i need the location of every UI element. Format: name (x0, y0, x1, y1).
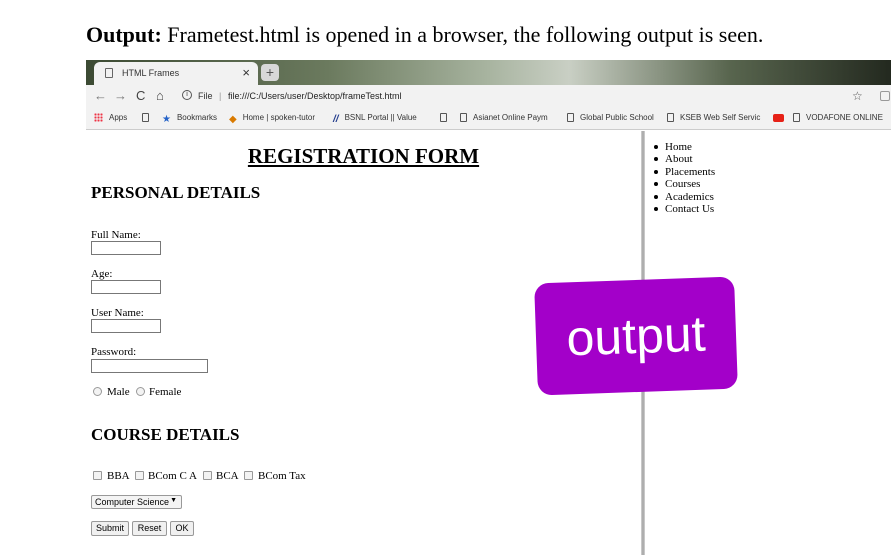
ok-button[interactable]: OK (170, 521, 194, 536)
bca-checkbox[interactable] (203, 471, 212, 480)
bcom-ca-checkbox[interactable] (135, 471, 144, 480)
bookmark-spoken-tutorial[interactable]: ◆ Home | spoken-tutor (229, 113, 315, 125)
bookmark-bsnl[interactable]: // BSNL Portal || Value (333, 113, 417, 125)
menu-item-home[interactable]: Home (653, 141, 715, 153)
bookmark-bookmarks[interactable]: ★ Bookmarks (162, 113, 217, 125)
address-scheme: File (198, 91, 213, 101)
toolbar: ← → C ⌂ i File | file:///C:/Users/user/D… (86, 85, 891, 108)
submit-button[interactable]: Submit (91, 521, 129, 536)
page-icon (793, 113, 800, 122)
chevron-down-icon: ▼ (170, 497, 177, 504)
department-selected: Computer Science (95, 497, 170, 507)
bookmark-label: KSEB Web Self Servic (680, 113, 761, 122)
caption: Output: Frametest.html is opened in a br… (86, 22, 763, 48)
form-title: REGISTRATION FORM (247, 144, 480, 168)
female-radio[interactable] (136, 387, 145, 396)
bookmark-youtube[interactable] (773, 113, 790, 122)
bookmark-label: Global Public School (580, 113, 654, 122)
bookmark-blank-2[interactable] (440, 113, 453, 122)
address-separator: | (219, 91, 222, 101)
bookmark-label: Bookmarks (176, 113, 217, 122)
male-label: Male (107, 386, 130, 398)
bcom-tax-checkbox[interactable] (244, 471, 253, 480)
bba-checkbox[interactable] (93, 471, 102, 480)
bookmark-kseb[interactable]: KSEB Web Self Servic (667, 113, 760, 122)
page-icon (460, 113, 467, 122)
bookmarks-bar: Apps ★ Bookmarks ◆ Home | spoken-tutor // B… (86, 108, 891, 130)
bookmark-asianet[interactable]: Asianet Online Paym (460, 113, 548, 122)
full-name-label: Full Name: (91, 229, 141, 241)
page-icon (440, 113, 447, 122)
back-arrow-icon[interactable]: ← (94, 88, 107, 103)
caption-label: Output: (86, 22, 162, 47)
address-url[interactable]: file:///C:/Users/user/Desktop/frameTest.… (228, 91, 402, 101)
department-select[interactable]: Computer Science ▼ (91, 495, 182, 509)
personal-details-heading: PERSONAL DETAILS (91, 183, 261, 202)
bookmark-label: Apps (109, 113, 128, 122)
female-label: Female (149, 386, 182, 398)
caption-text: Frametest.html is opened in a browser, t… (161, 22, 764, 47)
tab-strip: HTML Frames × + (86, 60, 891, 85)
page-icon (142, 113, 149, 122)
age-input[interactable] (91, 280, 161, 294)
menu-item-about[interactable]: About (653, 153, 715, 165)
bba-label: BBA (107, 470, 130, 482)
bookmark-label: Asianet Online Paym (473, 113, 548, 122)
forward-arrow-icon[interactable]: → (114, 88, 127, 103)
password-label: Password: (91, 346, 137, 358)
page-icon (105, 68, 113, 78)
bookmark-label: BSNL Portal || Value (344, 113, 417, 122)
bookmark-star-icon[interactable]: ☆ (852, 89, 863, 103)
bookmark-blank-1[interactable] (142, 113, 155, 122)
tab-title: HTML Frames (122, 68, 180, 78)
reset-button[interactable]: Reset (132, 521, 167, 536)
menu-list: Home About Placements Courses Academics … (653, 141, 715, 215)
bookmark-global-public-school[interactable]: Global Public School (567, 113, 654, 122)
course-details-heading: COURSE DETAILS (91, 425, 240, 444)
output-stamp: output (534, 276, 738, 396)
page-icon (667, 113, 674, 122)
reload-icon[interactable]: C (136, 88, 145, 103)
bookmark-apps[interactable]: Apps (94, 113, 127, 122)
bcom-ca-label: BCom C A (148, 470, 197, 482)
apps-icon (94, 113, 103, 122)
user-name-input[interactable] (91, 319, 161, 333)
bookmark-vodafone[interactable]: VODAFONE ONLINE (793, 113, 883, 122)
bsnl-icon: // (333, 114, 339, 125)
menu-item-placements[interactable]: Placements (653, 166, 715, 178)
menu-item-contact-us[interactable]: Contact Us (653, 203, 715, 215)
tutorial-icon: ◆ (229, 114, 237, 125)
password-input[interactable] (91, 359, 208, 373)
tab-html-frames[interactable]: HTML Frames × (94, 62, 258, 85)
page-icon (567, 113, 574, 122)
bookmark-label: VODAFONE ONLINE (806, 113, 883, 122)
full-name-input[interactable] (91, 241, 161, 255)
youtube-icon (773, 114, 784, 122)
close-icon[interactable]: × (242, 65, 250, 80)
new-tab-button[interactable]: + (261, 64, 279, 81)
bca-label: BCA (216, 470, 239, 482)
age-label: Age: (91, 268, 113, 280)
home-icon[interactable]: ⌂ (156, 88, 164, 103)
menu-item-academics[interactable]: Academics (653, 191, 715, 203)
browser-window: HTML Frames × + ← → C ⌂ i File | file://… (86, 60, 891, 555)
male-radio[interactable] (93, 387, 102, 396)
bookmark-label: Home | spoken-tutor (242, 113, 316, 122)
bcom-tax-label: BCom Tax (258, 470, 306, 482)
menu-item-courses[interactable]: Courses (653, 178, 715, 190)
extension-icon[interactable] (880, 91, 890, 101)
user-name-label: User Name: (91, 307, 144, 319)
info-icon[interactable]: i (182, 90, 192, 100)
star-icon: ★ (162, 114, 171, 125)
address-bar[interactable]: i File | file:///C:/Users/user/Desktop/f… (178, 87, 878, 106)
